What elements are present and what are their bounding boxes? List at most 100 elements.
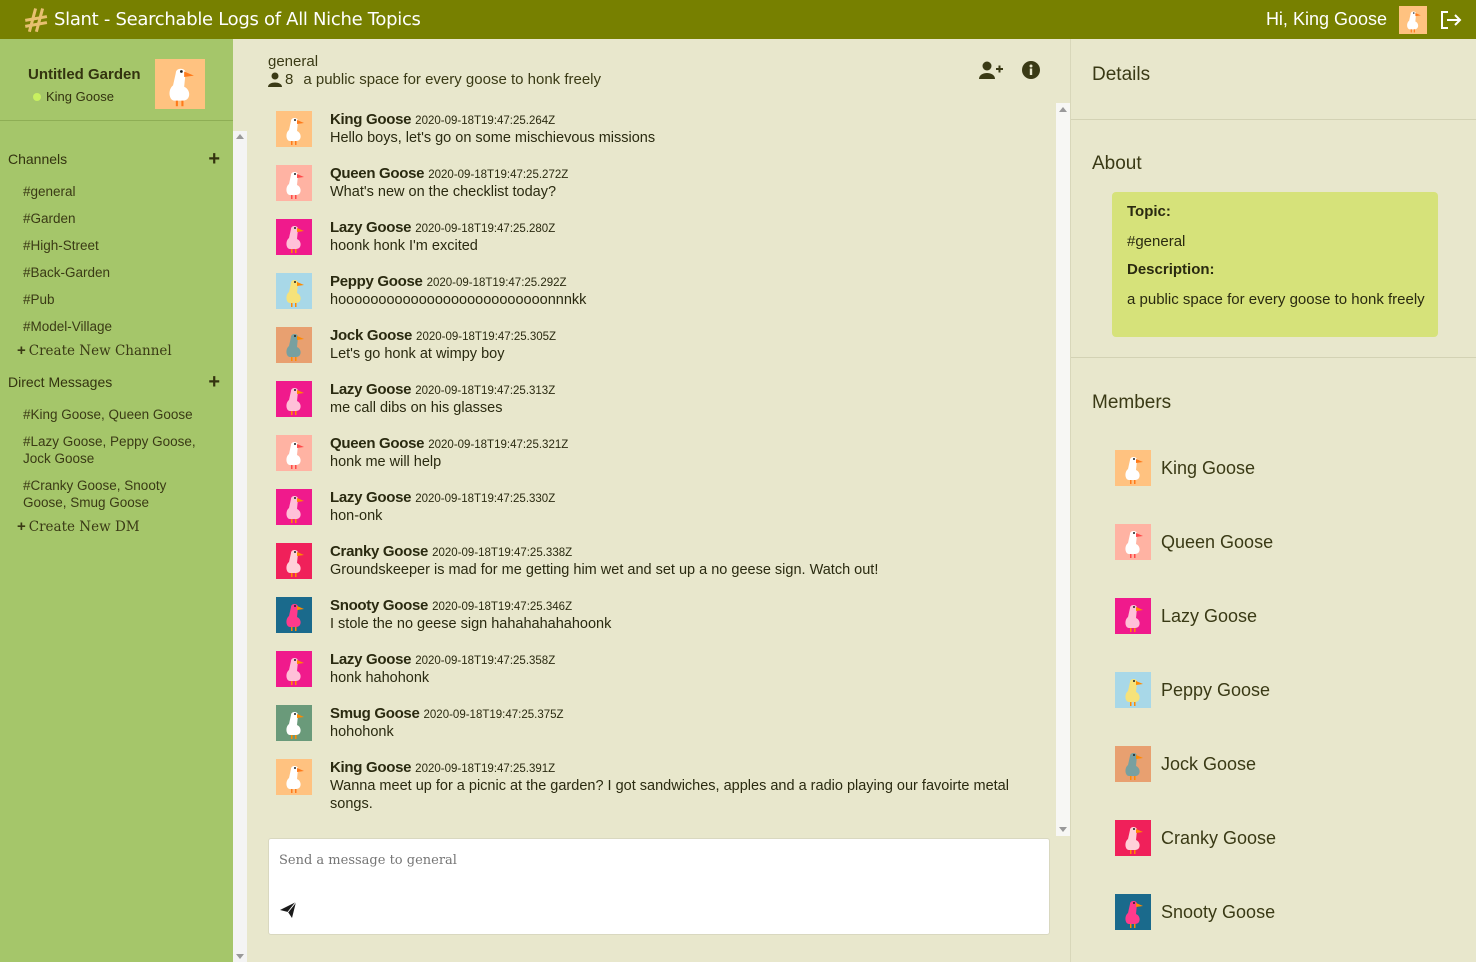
message-avatar[interactable] xyxy=(276,759,312,795)
message-avatar[interactable] xyxy=(276,435,312,471)
member-item[interactable]: Queen Goose xyxy=(1115,523,1273,561)
member-name: Snooty Goose xyxy=(1161,901,1276,922)
plus-icon: + xyxy=(17,342,26,359)
description-value: a public space for every goose to honk f… xyxy=(1127,291,1425,308)
message-author[interactable]: Lazy Goose 2020-09-18T19:47:25.280Z xyxy=(330,219,555,236)
message-timestamp: 2020-09-18T19:47:25.280Z xyxy=(415,223,556,235)
message-author[interactable]: Smug Goose 2020-09-18T19:47:25.375Z xyxy=(330,705,564,722)
channel-meta: 8 a public space for every goose to honk… xyxy=(268,71,601,88)
message-author-name[interactable]: Queen Goose xyxy=(330,165,425,182)
member-item[interactable]: Jock Goose xyxy=(1115,745,1256,783)
create-dm-link[interactable]: + Create New DM xyxy=(17,518,140,535)
sidebar-channel-garden[interactable]: #Garden xyxy=(23,210,203,227)
message-author[interactable]: Jock Goose 2020-09-18T19:47:25.305Z xyxy=(330,327,556,344)
details-panel: Details About Topic: #general Descriptio… xyxy=(1070,39,1476,962)
sidebar-scrollbar[interactable] xyxy=(233,131,247,962)
current-user-avatar[interactable] xyxy=(1399,5,1427,34)
message-author-name[interactable]: King Goose xyxy=(330,111,411,128)
message-author-name[interactable]: Peppy Goose xyxy=(330,273,423,290)
message-avatar[interactable] xyxy=(276,273,312,309)
sidebar-channel-general[interactable]: #general xyxy=(23,183,203,200)
message-author-name[interactable]: Smug Goose xyxy=(330,705,420,722)
message-author[interactable]: Lazy Goose 2020-09-18T19:47:25.330Z xyxy=(330,489,555,506)
member-avatar xyxy=(1115,746,1151,782)
message-author-name[interactable]: Lazy Goose xyxy=(330,381,412,398)
sidebar-channel-high-street[interactable]: #High-Street xyxy=(23,237,203,254)
send-icon[interactable] xyxy=(279,901,297,919)
dm-section-header: Direct Messages + xyxy=(8,372,220,392)
member-item[interactable]: Snooty Goose xyxy=(1115,893,1275,931)
divider xyxy=(1071,357,1476,358)
sidebar-dm-item[interactable]: #King Goose, Queen Goose xyxy=(23,406,203,423)
message-text: hoooooooooooooooooooooooooonnnkk xyxy=(330,292,587,308)
message-author-name[interactable]: Lazy Goose xyxy=(330,219,412,236)
message-timestamp: 2020-09-18T19:47:25.358Z xyxy=(415,655,556,667)
details-title: Details xyxy=(1092,64,1151,85)
topic-label: Topic: xyxy=(1127,203,1171,220)
sidebar-channel-model-village[interactable]: #Model-Village xyxy=(23,318,203,335)
message-author-name[interactable]: Queen Goose xyxy=(330,435,425,452)
scroll-up-icon[interactable] xyxy=(1059,107,1067,112)
message-avatar[interactable] xyxy=(276,165,312,201)
member-item[interactable]: King Goose xyxy=(1115,449,1255,487)
sidebar-channel-back-garden[interactable]: #Back-Garden xyxy=(23,264,203,281)
message-author-name[interactable]: Jock Goose xyxy=(330,327,412,344)
about-box: Topic: #general Description: a public sp… xyxy=(1112,192,1438,337)
message-composer xyxy=(268,838,1050,935)
message-author[interactable]: King Goose 2020-09-18T19:47:25.391Z xyxy=(330,759,555,776)
message-author[interactable]: Snooty Goose 2020-09-18T19:47:25.346Z xyxy=(330,597,572,614)
message-scrollbar[interactable] xyxy=(1056,103,1070,836)
message-author[interactable]: Lazy Goose 2020-09-18T19:47:25.358Z xyxy=(330,651,555,668)
member-avatar xyxy=(1115,672,1151,708)
message-author-name[interactable]: Lazy Goose xyxy=(330,651,412,668)
message-timestamp: 2020-09-18T19:47:25.272Z xyxy=(428,169,569,181)
info-icon[interactable] xyxy=(1019,60,1043,80)
member-avatar xyxy=(1115,820,1151,856)
logout-icon[interactable] xyxy=(1439,8,1463,32)
add-member-icon[interactable] xyxy=(979,60,1003,80)
message-author[interactable]: Queen Goose 2020-09-18T19:47:25.321Z xyxy=(330,435,568,452)
message-author-name[interactable]: Cranky Goose xyxy=(330,543,428,560)
message-avatar[interactable] xyxy=(276,381,312,417)
sidebar-channel-pub[interactable]: #Pub xyxy=(23,291,203,308)
online-status-icon xyxy=(33,92,41,101)
message-author-name[interactable]: Snooty Goose xyxy=(330,597,428,614)
member-item[interactable]: Lazy Goose xyxy=(1115,597,1257,635)
message-avatar[interactable] xyxy=(276,543,312,579)
message-avatar[interactable] xyxy=(276,489,312,525)
message-avatar[interactable] xyxy=(276,705,312,741)
create-dm-label: Create New DM xyxy=(28,519,140,535)
message-avatar[interactable] xyxy=(276,327,312,363)
message-author[interactable]: Lazy Goose 2020-09-18T19:47:25.313Z xyxy=(330,381,555,398)
message-avatar[interactable] xyxy=(276,597,312,633)
member-avatar xyxy=(1115,894,1151,930)
message-author[interactable]: King Goose 2020-09-18T19:47:25.264Z xyxy=(330,111,555,128)
message-input[interactable] xyxy=(279,853,1019,868)
message-avatar[interactable] xyxy=(276,219,312,255)
message-text: Let's go honk at wimpy boy xyxy=(330,346,505,362)
message-text: Wanna meet up for a picnic at the garden… xyxy=(330,778,1009,812)
add-channel-icon[interactable]: + xyxy=(208,149,220,169)
sidebar-dm-item[interactable]: #Cranky Goose, Snooty Goose, Smug Goose xyxy=(23,477,203,511)
sidebar-dm-item[interactable]: #Lazy Goose, Peppy Goose, Jock Goose xyxy=(23,433,203,467)
message-avatar[interactable] xyxy=(276,651,312,687)
dm-label: Direct Messages xyxy=(8,374,113,390)
message-author[interactable]: Peppy Goose 2020-09-18T19:47:25.292Z xyxy=(330,273,567,290)
message-author-name[interactable]: Lazy Goose xyxy=(330,489,412,506)
message-author[interactable]: Queen Goose 2020-09-18T19:47:25.272Z xyxy=(330,165,568,182)
members-icon xyxy=(268,72,282,87)
member-item[interactable]: Peppy Goose xyxy=(1115,671,1270,709)
message-timestamp: 2020-09-18T19:47:25.313Z xyxy=(415,385,556,397)
add-dm-icon[interactable]: + xyxy=(208,372,220,392)
message-avatar[interactable] xyxy=(276,111,312,147)
message-author[interactable]: Cranky Goose 2020-09-18T19:47:25.338Z xyxy=(330,543,572,560)
member-count: 8 xyxy=(285,71,294,88)
message-author-name[interactable]: King Goose xyxy=(330,759,411,776)
scroll-down-icon[interactable] xyxy=(1059,827,1067,832)
create-channel-link[interactable]: + Create New Channel xyxy=(17,342,172,359)
workspace-avatar xyxy=(155,59,205,109)
message-timestamp: 2020-09-18T19:47:25.330Z xyxy=(415,493,556,505)
message-timestamp: 2020-09-18T19:47:25.375Z xyxy=(423,709,564,721)
slant-logo-icon xyxy=(22,6,50,34)
member-item[interactable]: Cranky Goose xyxy=(1115,819,1276,857)
